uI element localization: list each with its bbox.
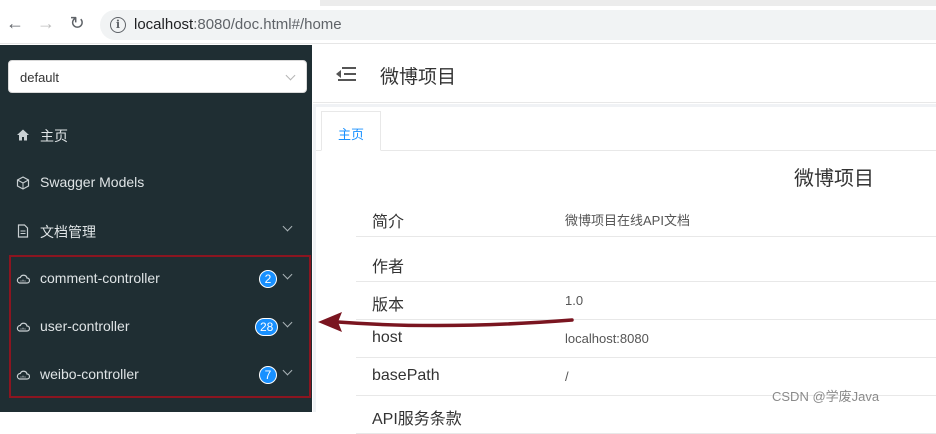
forward-arrow-icon[interactable]: → (37, 14, 55, 32)
group-select-value: default (20, 70, 60, 85)
group-select[interactable]: default (8, 60, 307, 93)
info-key: API服务条款 (372, 411, 462, 428)
info-value: 微博项目在线API文档 (565, 213, 690, 228)
address-bar[interactable]: i localhost:8080/doc.html#/home (100, 10, 936, 40)
info-row: 作者 (356, 244, 936, 282)
main-header: 微博项目 (313, 45, 936, 103)
home-icon (17, 129, 29, 141)
sidebar-item-swagger-models[interactable]: Swagger Models (0, 163, 312, 203)
sidebar-item-label: 主页 (40, 128, 68, 144)
browser-toolbar: ← → ↻ i localhost:8080/doc.html#/home (0, 0, 936, 44)
info-key: 作者 (372, 259, 405, 276)
annotation-highlight-box (9, 255, 311, 398)
info-key: 简介 (372, 214, 405, 231)
tab-divider (316, 150, 936, 151)
sidebar-item-home[interactable]: 主页 (0, 115, 312, 155)
document-icon (17, 224, 29, 238)
tab-label: 主页 (338, 127, 365, 142)
chevron-down-icon (282, 221, 293, 232)
info-value: localhost:8080 (565, 331, 649, 346)
sidebar-item-label: 文档管理 (40, 224, 96, 240)
url-host: localhost (134, 16, 194, 33)
info-row: 简介 微博项目在线API文档 (356, 199, 936, 237)
content-panel: 主页 微博项目 简介 微博项目在线API文档 作者 版本 1.0 host lo… (316, 107, 936, 434)
doc-title: 微博项目 (794, 168, 874, 190)
sidebar-item-label: Swagger Models (40, 174, 145, 190)
model-icon (16, 176, 30, 190)
sidebar-item-doc-manage[interactable]: 文档管理 (0, 211, 312, 251)
menu-fold-icon[interactable] (336, 66, 356, 82)
chevron-down-icon (285, 70, 296, 81)
reload-icon[interactable]: ↻ (68, 14, 86, 32)
info-key: basePath (372, 367, 440, 384)
back-arrow-icon[interactable]: ← (6, 14, 24, 32)
url-text[interactable]: localhost:8080/doc.html#/home (134, 16, 342, 33)
tab-strip (320, 0, 936, 6)
page-title: 微博项目 (380, 67, 457, 88)
info-value: / (565, 369, 569, 384)
annotation-arrow (318, 312, 574, 332)
watermark-text: CSDN @学废Java (772, 389, 880, 404)
tab-home[interactable]: 主页 (321, 111, 381, 151)
sidebar: default 主页 Swagger Models 文档管理 comment-c… (0, 45, 312, 412)
url-path: :8080/doc.html#/home (193, 16, 342, 33)
info-icon[interactable]: i (110, 17, 126, 33)
